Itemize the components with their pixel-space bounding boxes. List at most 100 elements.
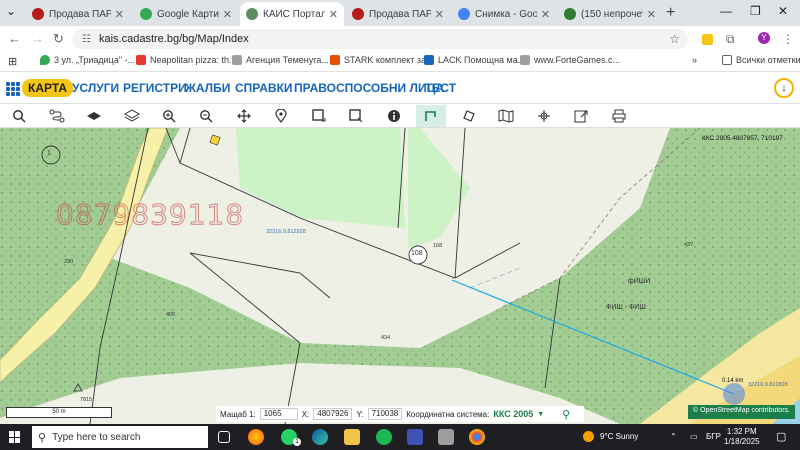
tab-prodava-1[interactable]: Продава ПАРЦЕЛ ✕ [26,2,130,26]
restore-icon[interactable]: ❐ [750,4,761,18]
select-area-icon[interactable] [341,105,371,127]
menu-registri[interactable]: РЕГИСТРИ [123,81,187,95]
file-explorer-icon[interactable] [344,429,360,445]
menu-uslugi[interactable]: УСЛУГИ [72,81,119,95]
windows-start-icon[interactable] [9,431,21,443]
menu-pravosposobni-lica[interactable]: ПРАВОСПОСОБНИ ЛИЦА [294,81,444,95]
print-icon[interactable] [604,105,634,127]
scale-input[interactable]: 1065 [259,408,298,420]
bookmark-item[interactable]: 3 ул. „Триадица" -... [40,55,135,65]
extensions-puzzle-icon[interactable]: ⧉ [726,32,735,47]
kais-favicon-icon [246,8,258,20]
close-tab-icon[interactable]: ✕ [329,8,338,21]
search-icon[interactable] [4,105,34,127]
close-tab-icon[interactable]: ✕ [435,8,444,21]
menu-zhalbi[interactable]: ЖАЛБИ [185,81,230,95]
tab-unread[interactable]: (150 непрочетени ✕ [558,2,662,26]
tab-list-icon[interactable]: ⌄ [6,4,16,18]
tray-arrow-icon[interactable]: ⌃ [670,432,677,441]
bookmark-item[interactable]: LACK Помощна ма... [424,55,525,65]
stark-icon [330,55,340,65]
spotify-icon[interactable] [376,429,392,445]
menu-test[interactable]: ТЕСТ [425,81,456,95]
location-pin-icon[interactable] [266,105,296,127]
photos-app-icon[interactable] [438,429,454,445]
more-bookmarks-icon[interactable]: » [692,55,697,65]
scale-bar: 50 m [6,407,112,418]
x-label: X: [301,409,310,419]
coordinates-icon[interactable] [529,105,559,127]
profile-avatar[interactable]: Y [758,32,770,44]
tab-prodava-2[interactable]: Продава ПАРЦЕЛ ✕ [346,2,450,26]
edge-icon[interactable] [312,429,328,445]
export-icon[interactable] [566,105,596,127]
notifications-icon[interactable]: ▢ [776,430,786,443]
measure-distance-icon[interactable] [416,105,446,127]
new-tab-icon[interactable]: + [666,4,675,22]
coord-system-select[interactable]: ККС 2005 [493,409,533,419]
scale-label: Мащаб 1: [220,409,256,419]
layer-single-icon[interactable] [79,105,109,127]
bookmark-item[interactable]: STARK комплект за... [330,55,434,65]
cadastral-map[interactable]: 0879839118 ККС 2005 4807857, 710197 1 10… [0,128,800,424]
osm-attribution[interactable]: © OpenStreetMap contributors. [688,405,795,419]
extension-icon[interactable] [702,34,713,45]
tab-google-maps[interactable]: Google Карти ✕ [134,2,238,26]
reload-icon[interactable]: ↻ [53,31,64,47]
map-label: 290 [64,259,74,265]
close-tab-icon[interactable]: ✕ [647,8,656,21]
chrome-icon[interactable] [469,429,485,445]
pan-icon[interactable] [229,105,259,127]
dropdown-arrow-icon[interactable]: ▼ [537,411,544,418]
lang-indicator[interactable]: БГР [706,432,721,441]
bookmark-star-icon[interactable]: ☆ [669,32,680,46]
task-view-icon[interactable] [218,431,230,443]
parcel-id-label: 32216.9.812828 [266,229,306,235]
folder-icon [722,55,732,65]
network-icon[interactable]: ▭ [690,432,698,441]
map-icon[interactable] [491,105,521,127]
taskbar-search[interactable]: ⚲ Type here to search [32,426,208,448]
zoom-in-icon[interactable] [154,105,184,127]
site-info-icon[interactable]: ☷ [82,34,91,45]
close-tab-icon[interactable]: ✕ [223,8,232,21]
y-label: Y: [356,409,364,419]
system-clock[interactable]: 1:32 PM 1/18/2025 [724,427,760,447]
map-status-bar: Мащаб 1: 1065 X: 4807926 Y: 710038 Коорд… [216,406,584,422]
select-rect-icon[interactable] [304,105,334,127]
search-coordinates-icon[interactable]: ⚲ [562,408,570,421]
bookmark-label: Neapolitan pizza: th... [150,55,237,65]
grid-menu-icon[interactable] [6,82,20,96]
close-tab-icon[interactable]: ✕ [541,8,550,21]
info-icon[interactable] [379,105,409,127]
measure-area-icon[interactable] [454,105,484,127]
menu-kebab-icon[interactable]: ⋮ [782,32,794,46]
menu-spravki[interactable]: СПРАВКИ [235,81,293,95]
x-coordinate: 4807926 [313,408,353,420]
zoom-out-icon[interactable] [191,105,221,127]
tab-google-photo[interactable]: Снимка - Google ✕ [452,2,556,26]
close-tab-icon[interactable]: ✕ [115,8,124,21]
close-window-icon[interactable]: ✕ [778,4,788,18]
weather-text[interactable]: 9°C Sunny [600,432,638,441]
app-icon[interactable] [407,429,423,445]
bookmark-label: www.ForteGames.c... [534,55,621,65]
all-bookmarks-folder[interactable]: Всички отметки [722,55,800,65]
omnibox[interactable]: ☷ kais.cadastre.bg/bg/Map/Index ☆ [72,29,688,49]
map-label: 1 [47,150,51,157]
layers-icon[interactable] [117,105,147,127]
minimize-icon[interactable]: — [720,4,732,18]
tab-kais-portal[interactable]: КАИС Портал ✕ [240,2,344,26]
back-icon[interactable]: ← [8,31,21,46]
firefox-icon[interactable] [248,429,264,445]
bookmark-item[interactable]: Neapolitan pizza: th... [136,55,237,65]
url-text[interactable]: kais.cadastre.bg/bg/Map/Index [99,33,249,45]
bookmarks-bar: ⊞ 3 ул. „Триадица" -... Neapolitan pizza… [0,52,800,72]
apps-icon[interactable]: ⊞ [8,55,17,68]
bookmark-item[interactable]: www.ForteGames.c... [520,55,620,65]
forward-icon[interactable]: → [31,31,44,46]
download-icon[interactable]: ↓ [774,78,794,98]
menu-karta[interactable]: КАРТА [22,79,74,97]
bookmark-item[interactable]: Агенция Теменуга... [232,55,329,65]
route-icon[interactable] [42,105,72,127]
